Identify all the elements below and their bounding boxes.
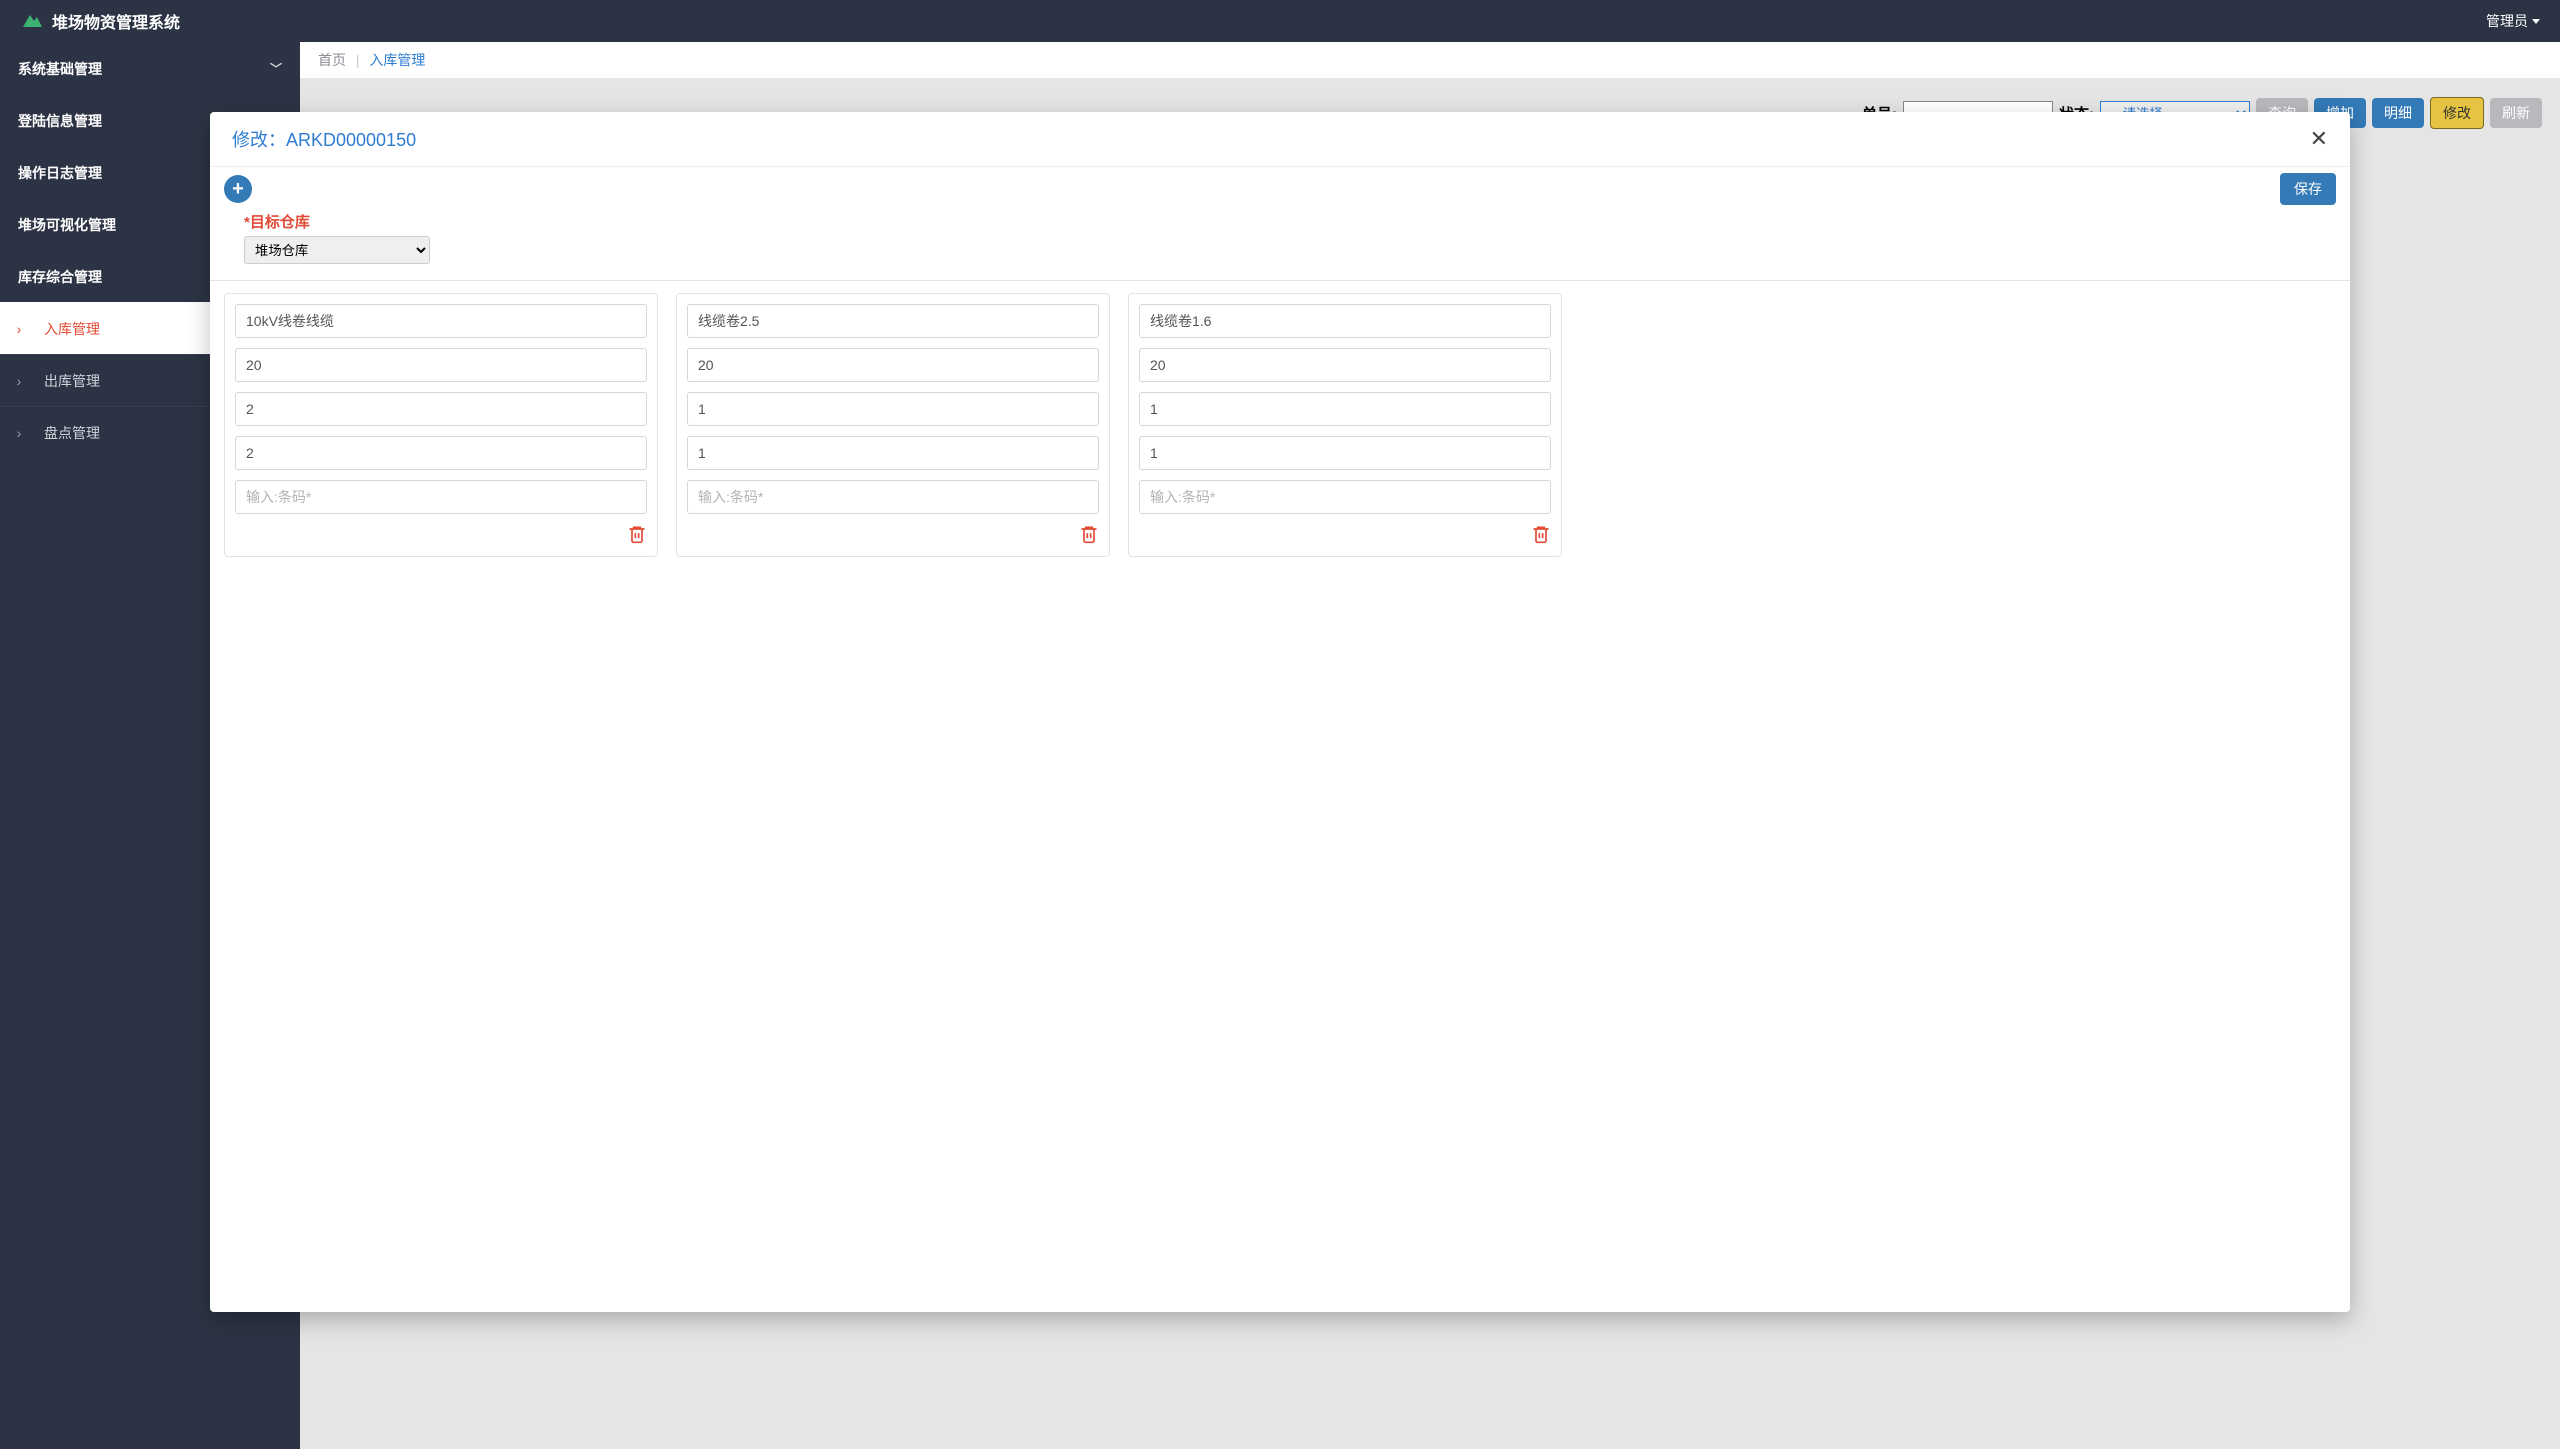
item-name-input[interactable]	[235, 304, 647, 338]
item-field-2[interactable]	[1139, 348, 1551, 382]
item-name-input[interactable]	[1139, 304, 1551, 338]
item-card	[1128, 293, 1562, 557]
edit-button[interactable]: 修改	[2430, 97, 2484, 129]
item-cards	[210, 293, 2350, 557]
breadcrumb-current: 入库管理	[369, 52, 425, 68]
modal-overlay: 修改：ARKD00000150 ✕ + 保存 *目标仓库 堆场仓库	[0, 0, 2560, 1449]
item-barcode-input[interactable]	[1139, 480, 1551, 514]
item-field-3[interactable]	[1139, 392, 1551, 426]
trash-icon[interactable]	[627, 524, 647, 546]
item-field-3[interactable]	[687, 392, 1099, 426]
refresh-button[interactable]: 刷新	[2490, 98, 2542, 128]
app-title: 堆场物资管理系统	[52, 9, 180, 33]
chevron-right-icon: ›	[14, 321, 24, 337]
chevron-right-icon: ›	[14, 425, 24, 441]
item-field-2[interactable]	[235, 348, 647, 382]
item-field-2[interactable]	[687, 348, 1099, 382]
item-field-4[interactable]	[687, 436, 1099, 470]
target-warehouse-select[interactable]: 堆场仓库	[244, 236, 430, 264]
item-field-4[interactable]	[1139, 436, 1551, 470]
app-header: 堆场物资管理系统 管理员	[0, 0, 2560, 42]
item-field-3[interactable]	[235, 392, 647, 426]
item-barcode-input[interactable]	[235, 480, 647, 514]
save-button[interactable]: 保存	[2280, 173, 2336, 205]
menu-system-base[interactable]: 系统基础管理 ﹀	[0, 42, 300, 94]
user-menu[interactable]: 管理员	[2486, 11, 2540, 31]
logo-icon	[20, 9, 44, 33]
caret-down-icon	[2532, 19, 2540, 24]
item-field-4[interactable]	[235, 436, 647, 470]
modal-title: 修改：ARKD00000150	[232, 126, 416, 152]
breadcrumb-home[interactable]: 首页	[318, 52, 346, 68]
trash-icon[interactable]	[1531, 524, 1551, 546]
item-card	[676, 293, 1110, 557]
edit-modal: 修改：ARKD00000150 ✕ + 保存 *目标仓库 堆场仓库	[210, 112, 2350, 1312]
item-card	[224, 293, 658, 557]
detail-button[interactable]: 明细	[2372, 98, 2424, 128]
close-button[interactable]: ✕	[2310, 126, 2328, 152]
chevron-down-icon: ﹀	[270, 60, 282, 77]
chevron-right-icon: ›	[14, 373, 24, 389]
add-item-button[interactable]: +	[224, 175, 252, 203]
user-label: 管理员	[2486, 11, 2528, 31]
item-name-input[interactable]	[687, 304, 1099, 338]
breadcrumb: 首页 | 入库管理	[300, 42, 2560, 79]
item-barcode-input[interactable]	[687, 480, 1099, 514]
trash-icon[interactable]	[1079, 524, 1099, 546]
target-warehouse-label: *目标仓库	[244, 211, 2328, 232]
